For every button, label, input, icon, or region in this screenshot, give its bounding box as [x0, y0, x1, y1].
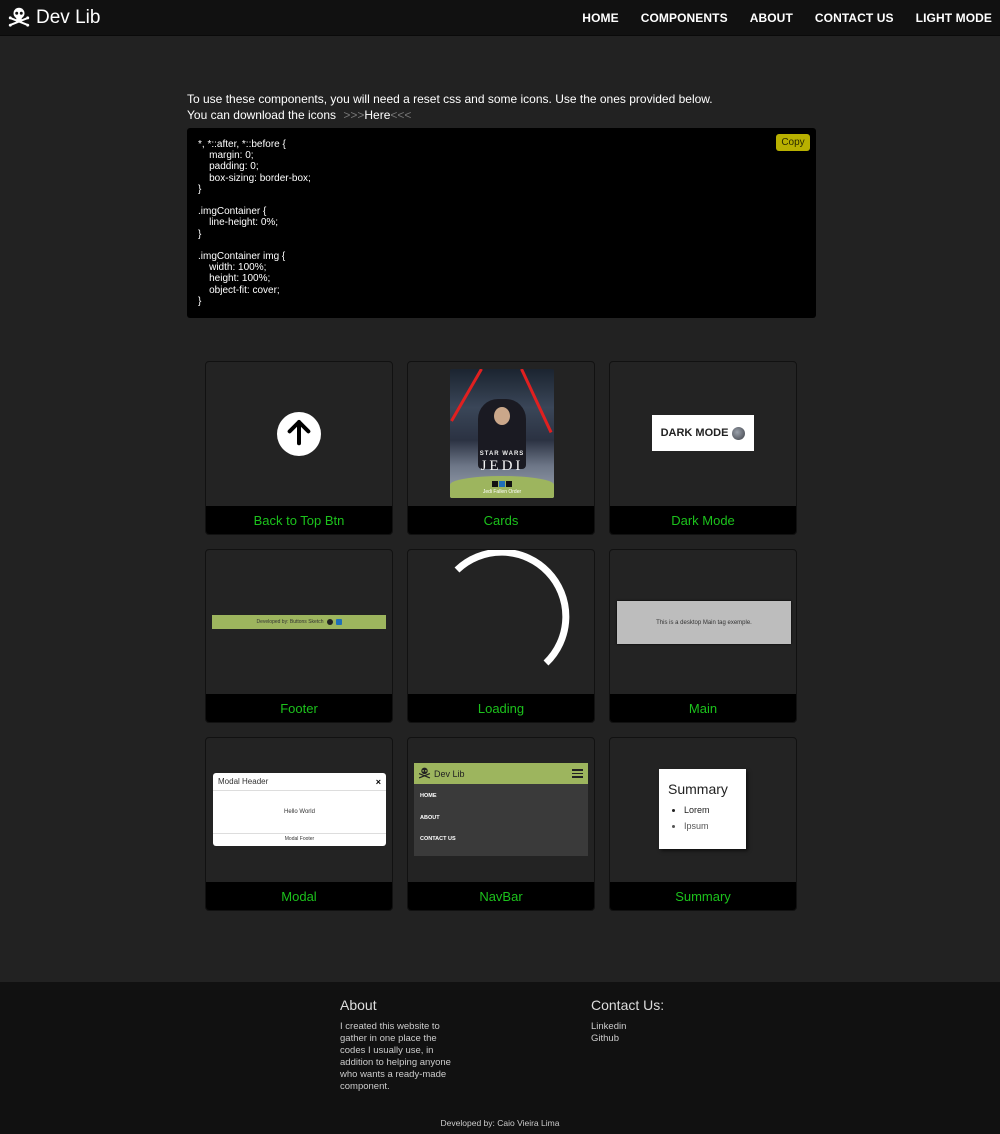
nav-components[interactable]: COMPONENTS — [641, 11, 728, 25]
summary-title: Summary — [668, 781, 728, 797]
brand-logo-link[interactable]: Dev Lib — [8, 6, 100, 30]
card-preview: DARK MODE — [610, 362, 796, 506]
card-label: Dark Mode — [610, 506, 796, 534]
top-navbar: Dev Lib HOME COMPONENTS ABOUT CONTACT US… — [0, 0, 1000, 36]
navbar-preview-item: HOME — [420, 793, 437, 799]
nav-light-mode-toggle[interactable]: LIGHT MODE — [916, 11, 992, 25]
navbar-preview-item: CONTACT US — [420, 836, 456, 842]
card-preview: Summary Lorem Ipsum — [610, 738, 796, 882]
modal-preview: Modal Header × Hello World Modal Footer — [213, 773, 386, 846]
link-suffix: <<< — [390, 108, 412, 122]
card-label: Loading — [408, 694, 594, 722]
main-preview-box: This is a desktop Main tag exemple. — [617, 601, 791, 644]
footer-contact-section: Contact Us: Linkedin Github — [591, 997, 664, 1045]
arrow-up-icon — [284, 417, 314, 452]
brand-name: Dev Lib — [36, 7, 101, 28]
navbar-preview-header: Dev Lib — [414, 763, 588, 784]
modal-header: Modal Header × — [213, 773, 386, 791]
github-icon — [326, 619, 333, 625]
footer-about-text: I created this website to gather in one … — [340, 1021, 451, 1092]
nav-about[interactable]: ABOUT — [750, 11, 793, 25]
footer-preview-bar: Developed by: Buttons Sketch — [212, 615, 386, 629]
footer-preview-text: Developed by: Buttons Sketch — [256, 619, 324, 625]
component-card-dark-mode[interactable]: DARK MODE Dark Mode — [609, 361, 797, 535]
reset-css-code-block: *, *::after, *::before { margin: 0; padd… — [187, 128, 816, 318]
download-icons-link[interactable]: >>>Here<<< — [343, 108, 411, 122]
intro-text: To use these components, you will need a… — [187, 91, 817, 123]
component-card-main[interactable]: This is a desktop Main tag exemple. Main — [609, 549, 797, 723]
main-preview-text: This is a desktop Main tag exemple. — [656, 619, 752, 626]
x-icon — [492, 481, 498, 487]
navbar-preview-brand: Dev Lib — [434, 768, 465, 779]
footer-about-title: About — [340, 997, 377, 1013]
card-label: NavBar — [408, 882, 594, 910]
footer-credit: Developed by: Caio Vieira Lima — [440, 1118, 560, 1128]
skull-crossbones-icon — [418, 766, 431, 781]
navbar-preview: Dev Lib HOME ABOUT CONTACT US — [414, 763, 588, 856]
card-preview: STAR WARS JEDI Jedi Fallen Order — [408, 362, 594, 506]
component-card-summary[interactable]: Summary Lorem Ipsum Summary — [609, 737, 797, 911]
card-preview: Developed by: Buttons Sketch — [206, 550, 392, 694]
dark-mode-text: DARK MODE — [660, 427, 729, 439]
component-card-modal[interactable]: Modal Header × Hello World Modal Footer … — [205, 737, 393, 911]
summary-item: Ipsum — [684, 818, 746, 834]
skull-crossbones-icon — [8, 5, 30, 32]
component-card-back-to-top[interactable]: Back to Top Btn — [205, 361, 393, 535]
jedi-poster-image: STAR WARS JEDI Jedi Fallen Order — [450, 369, 554, 498]
copy-button[interactable]: Copy — [776, 134, 810, 151]
back-to-top-button — [277, 412, 321, 456]
link-text: Here — [364, 108, 391, 122]
card-label: Main — [610, 694, 796, 722]
nav-home[interactable]: HOME — [582, 11, 618, 25]
summary-preview: Summary Lorem Ipsum — [659, 769, 746, 849]
component-card-navbar[interactable]: Dev Lib HOME ABOUT CONTACT US NavBar — [407, 737, 595, 911]
linkedin-icon — [335, 619, 342, 625]
intro-line-2: You can download the icons >>>Here<<< — [187, 107, 817, 123]
summary-list: Lorem Ipsum — [684, 802, 746, 834]
code-text: *, *::after, *::before { margin: 0; padd… — [198, 139, 311, 307]
summary-item: Lorem — [684, 802, 746, 818]
dark-mode-button: DARK MODE — [652, 415, 754, 451]
footer-contact-title: Contact Us: — [591, 997, 665, 1013]
navbar-preview-item: ABOUT — [420, 814, 440, 821]
card-preview: Dev Lib HOME ABOUT CONTACT US — [408, 738, 594, 882]
linkedin-icon — [499, 481, 505, 487]
component-card-footer[interactable]: Developed by: Buttons Sketch Footer — [205, 549, 393, 723]
close-icon: × — [375, 777, 381, 787]
component-card-loading[interactable]: Loading — [407, 549, 595, 723]
component-card-cards[interactable]: STAR WARS JEDI Jedi Fallen Order Cards — [407, 361, 595, 535]
github-link[interactable]: Github — [591, 1033, 664, 1045]
modal-header-text: Modal Header — [218, 777, 269, 786]
footer-about-section: About I created this website to gather i… — [340, 997, 460, 1093]
card-label: Summary — [610, 882, 796, 910]
card-label: Back to Top Btn — [206, 506, 392, 534]
poster-subtitle: JEDI — [480, 458, 524, 474]
link-prefix: >>> — [343, 108, 365, 122]
navbar-preview-menu: HOME ABOUT CONTACT US — [414, 784, 588, 856]
card-label: Cards — [408, 506, 594, 534]
card-preview: This is a desktop Main tag exemple. — [610, 550, 796, 694]
github-icon — [506, 481, 512, 487]
card-label: Modal — [206, 882, 392, 910]
intro-line-1: To use these components, you will need a… — [187, 92, 713, 106]
modal-footer: Modal Footer — [213, 833, 386, 845]
poster-caption: Jedi Fallen Order — [482, 489, 522, 495]
nav-contact-us[interactable]: CONTACT US — [815, 11, 894, 25]
card-preview — [408, 550, 594, 694]
linkedin-link[interactable]: Linkedin — [591, 1021, 664, 1033]
card-preview — [206, 362, 392, 506]
intro-download-text: You can download the icons — [187, 108, 337, 122]
modal-body: Hello World — [284, 809, 315, 815]
page-footer: About I created this website to gather i… — [0, 982, 1000, 1134]
card-label: Footer — [206, 694, 392, 722]
moon-icon — [732, 426, 746, 440]
main-nav: HOME COMPONENTS ABOUT CONTACT US LIGHT M… — [560, 0, 992, 36]
poster-title: STAR WARS — [479, 451, 525, 457]
hamburger-menu-icon — [572, 769, 583, 778]
card-preview: Modal Header × Hello World Modal Footer — [206, 738, 392, 882]
